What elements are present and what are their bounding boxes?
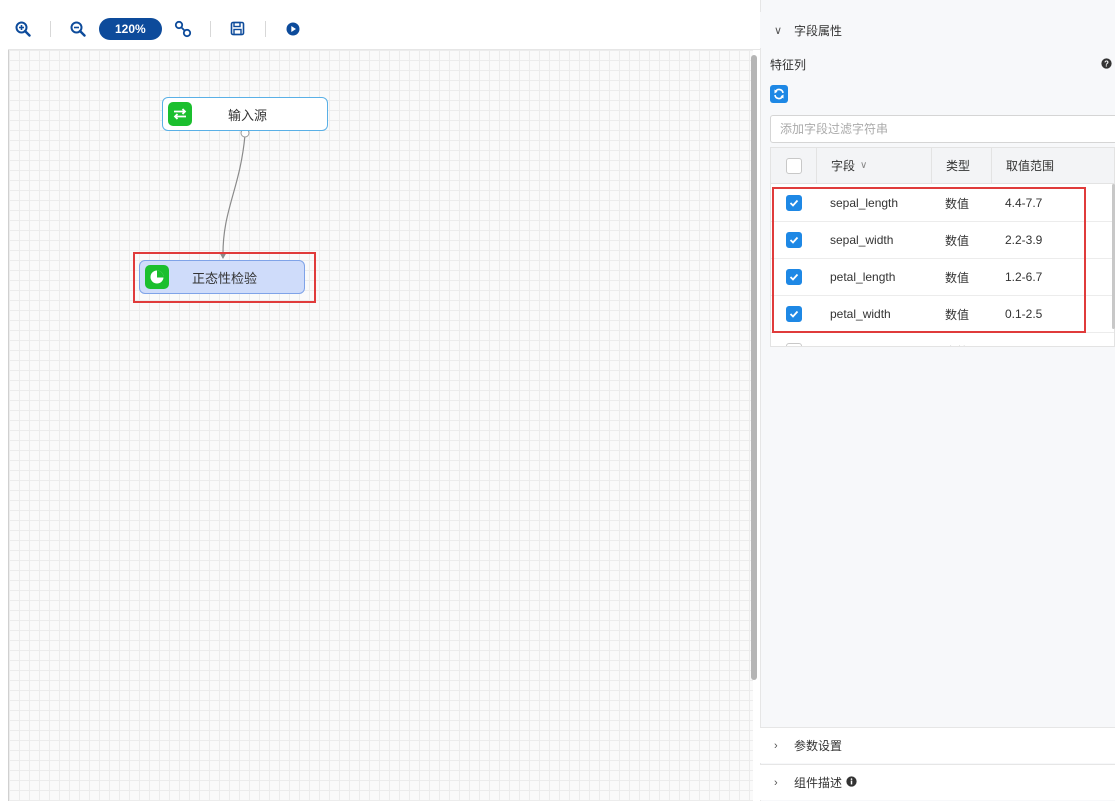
- row-checkbox[interactable]: [785, 343, 802, 346]
- svg-text:?: ?: [1104, 59, 1109, 68]
- toolbar-divider: [264, 20, 266, 37]
- toolbar-divider: [50, 20, 51, 37]
- cell-range: setosa,vers...: [991, 333, 1103, 346]
- column-header-field[interactable]: 字段 ∨: [816, 148, 931, 183]
- zoom-in-button[interactable]: [8, 14, 38, 44]
- table-header: 字段 ∨ 类型 取值范围: [771, 148, 1114, 184]
- cell-type: 字符: [931, 333, 991, 347]
- zoom-level-indicator[interactable]: 120%: [99, 17, 162, 40]
- table-row: species 字符 setosa,vers...: [771, 333, 1114, 347]
- info-icon[interactable]: [846, 775, 857, 790]
- feature-columns-label: 特征列: [770, 58, 807, 72]
- field-filter-input[interactable]: [770, 115, 1115, 143]
- toolbar-divider: [209, 20, 211, 37]
- select-all-cell: [771, 157, 816, 174]
- canvas-scrollbar[interactable]: [751, 55, 757, 680]
- canvas-toolbar: 120%: [8, 8, 760, 50]
- chevron-right-icon: ›: [774, 776, 778, 789]
- highlight-box: [772, 187, 1086, 333]
- run-button[interactable]: [278, 14, 308, 44]
- chevron-right-icon: ›: [774, 739, 778, 752]
- chevron-down-icon: ∨: [774, 24, 783, 37]
- refresh-button[interactable]: [770, 85, 788, 103]
- section-title: 字段属性: [794, 23, 843, 38]
- zoom-out-button[interactable]: [63, 14, 93, 44]
- help-icon[interactable]: ?: [1101, 58, 1112, 72]
- save-icon: [230, 21, 245, 36]
- node-label: 输入源: [227, 107, 267, 123]
- flow-node-input-source[interactable]: 输入源: [162, 97, 328, 131]
- section-field-properties[interactable]: ∨ 字段属性: [760, 12, 1115, 48]
- swap-arrows-icon: [168, 102, 192, 126]
- column-header-type: 类型: [931, 148, 991, 183]
- section-parameter-settings[interactable]: › 参数设置: [760, 727, 1115, 763]
- link-button[interactable]: [168, 14, 198, 44]
- header-label: 字段: [831, 159, 856, 173]
- section-title: 参数设置: [794, 739, 843, 753]
- flow-editor: 120% 输入源 正态性检验: [0, 0, 760, 801]
- section-title: 组件描述: [794, 776, 843, 790]
- zoom-in-icon: [15, 21, 31, 37]
- section-component-description[interactable]: › 组件描述: [760, 764, 1115, 800]
- zoom-out-icon: [70, 21, 86, 37]
- flow-canvas[interactable]: [8, 50, 753, 801]
- highlight-box: [133, 252, 316, 303]
- cell-field: species: [816, 333, 931, 346]
- app-window: 120% 输入源 正态性检验 ∨ 字段属性 特征列 ? 添加字段过滤字符串 字段…: [0, 0, 1115, 801]
- chevron-down-icon: ∨: [860, 160, 868, 171]
- play-icon: [286, 22, 300, 35]
- save-button[interactable]: [223, 14, 253, 44]
- link-icon: [174, 20, 191, 37]
- refresh-icon: [774, 88, 784, 100]
- column-header-range: 取值范围: [991, 148, 1103, 183]
- select-all-checkbox[interactable]: [785, 157, 802, 174]
